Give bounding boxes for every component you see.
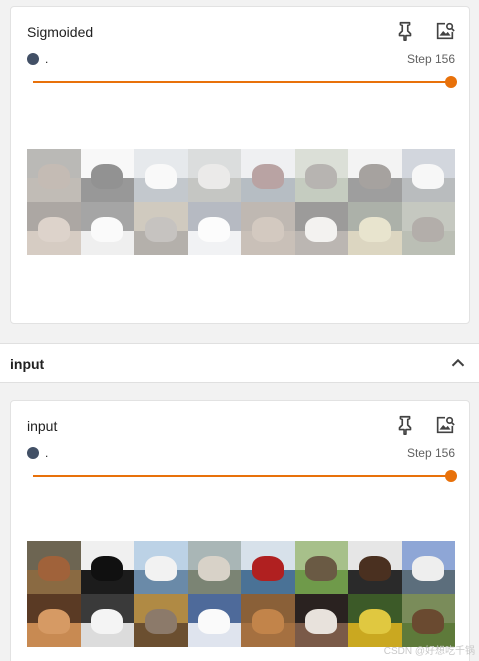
run-color-dot — [27, 53, 39, 65]
image-tile — [241, 594, 295, 647]
image-grid[interactable] — [27, 149, 455, 255]
image-tile — [27, 594, 81, 647]
image-tile — [294, 541, 348, 594]
card-title: Sigmoided — [27, 24, 94, 40]
card-actions — [393, 413, 457, 437]
image-tile — [134, 202, 188, 255]
image-tile — [187, 202, 241, 255]
image-dashboard: Sigmoided . Step 156 input input . Step … — [0, 0, 479, 661]
pin-icon[interactable] — [393, 19, 417, 43]
card-title: input — [27, 418, 58, 434]
image-tile — [80, 202, 134, 255]
image-tile — [241, 149, 295, 202]
image-tile — [348, 149, 402, 202]
image-tile — [401, 594, 455, 647]
image-tile — [401, 202, 455, 255]
image-tile — [401, 149, 455, 202]
image-tile — [241, 202, 295, 255]
watermark: CSDN @好想吃千锅 — [383, 646, 475, 657]
image-tile — [187, 541, 241, 594]
run-name: . — [45, 52, 49, 66]
image-search-icon[interactable] — [433, 413, 457, 437]
image-tile — [348, 202, 402, 255]
image-tile — [134, 541, 188, 594]
image-card-sigmoided: Sigmoided . Step 156 — [10, 6, 470, 324]
step-slider[interactable] — [33, 469, 457, 483]
image-tile — [294, 149, 348, 202]
slider-thumb[interactable] — [445, 470, 457, 482]
step-slider[interactable] — [33, 75, 457, 89]
image-tile — [187, 149, 241, 202]
image-tile — [27, 149, 81, 202]
slider-thumb[interactable] — [445, 76, 457, 88]
slider-track[interactable] — [33, 475, 451, 477]
image-tile — [294, 202, 348, 255]
image-search-icon[interactable] — [433, 19, 457, 43]
image-tile — [80, 594, 134, 647]
image-tile — [80, 149, 134, 202]
run-row: . Step 156 — [27, 446, 455, 460]
image-grid[interactable] — [27, 541, 455, 647]
section-title: input — [10, 356, 45, 372]
section-header-input[interactable]: input — [0, 343, 479, 383]
run-row: . Step 156 — [27, 52, 455, 66]
slider-track[interactable] — [33, 81, 451, 83]
step-label: Step 156 — [406, 446, 455, 460]
card-actions — [393, 19, 457, 43]
pin-icon[interactable] — [393, 413, 417, 437]
image-tile — [241, 541, 295, 594]
image-tile — [134, 149, 188, 202]
image-tile — [80, 541, 134, 594]
chevron-up-icon[interactable] — [447, 352, 469, 374]
image-tile — [187, 594, 241, 647]
image-tile — [348, 541, 402, 594]
run-color-dot — [27, 447, 39, 459]
image-tile — [134, 594, 188, 647]
step-label: Step 156 — [406, 52, 455, 66]
image-tile — [294, 594, 348, 647]
image-tile — [348, 594, 402, 647]
run-name: . — [45, 446, 49, 460]
image-tile — [27, 541, 81, 594]
image-card-input: input . Step 156 — [10, 400, 470, 661]
image-tile — [27, 202, 81, 255]
image-tile — [401, 541, 455, 594]
